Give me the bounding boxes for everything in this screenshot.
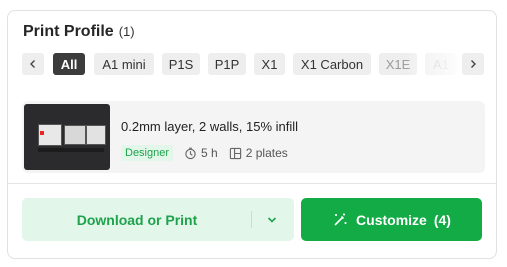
plate-count-value: 2 plates — [245, 146, 288, 160]
scroll-left-button[interactable] — [22, 53, 44, 75]
chevron-down-icon[interactable] — [266, 214, 278, 226]
magic-wand-icon — [334, 213, 347, 226]
profile-count: (1) — [118, 24, 135, 39]
filter-chip-a1-mini[interactable]: A1 mini — [94, 53, 154, 75]
filter-chip-p1p[interactable]: P1P — [208, 53, 246, 75]
customize-count: (4) — [433, 211, 451, 228]
timer-icon — [185, 147, 196, 159]
printer-filter-bar: All A1 mini P1S P1P X1 X1 Carbon X1E A1 — [22, 53, 484, 75]
customize-label: Customize — [356, 211, 427, 228]
divider — [8, 183, 496, 184]
scroll-fade — [402, 53, 464, 75]
plates-grid-icon — [229, 147, 241, 159]
print-time-value: 5 h — [201, 146, 218, 160]
section-header: Print Profile (1) — [23, 23, 135, 41]
button-separator — [251, 211, 252, 228]
plate-count: 2 plates — [229, 146, 288, 160]
download-or-print-button[interactable]: Download or Print — [22, 198, 294, 241]
scroll-right-button[interactable] — [462, 53, 484, 75]
download-label: Download or Print — [76, 211, 198, 228]
chevron-right-icon — [471, 60, 476, 68]
print-profile-card: Print Profile (1) All A1 mini P1S P1P X1… — [7, 10, 497, 259]
profile-thumbnail — [24, 104, 110, 170]
profile-meta: Designer 5 h 2 plates — [121, 145, 299, 161]
customize-button[interactable]: Customize (4) — [301, 198, 482, 241]
designer-badge: Designer — [121, 145, 174, 161]
filter-chip-x1[interactable]: X1 — [254, 53, 285, 75]
chevron-left-icon — [30, 60, 35, 68]
filter-chip-x1-carbon[interactable]: X1 Carbon — [293, 53, 371, 75]
filter-chip-p1s[interactable]: P1S — [162, 53, 200, 75]
profile-name: 0.2mm layer, 2 walls, 15% infill — [121, 119, 299, 134]
section-title: Print Profile — [23, 23, 114, 40]
profile-item[interactable]: 0.2mm layer, 2 walls, 15% infill Designe… — [22, 101, 485, 173]
print-time: 5 h — [184, 146, 218, 160]
filter-chip-all[interactable]: All — [53, 53, 85, 75]
